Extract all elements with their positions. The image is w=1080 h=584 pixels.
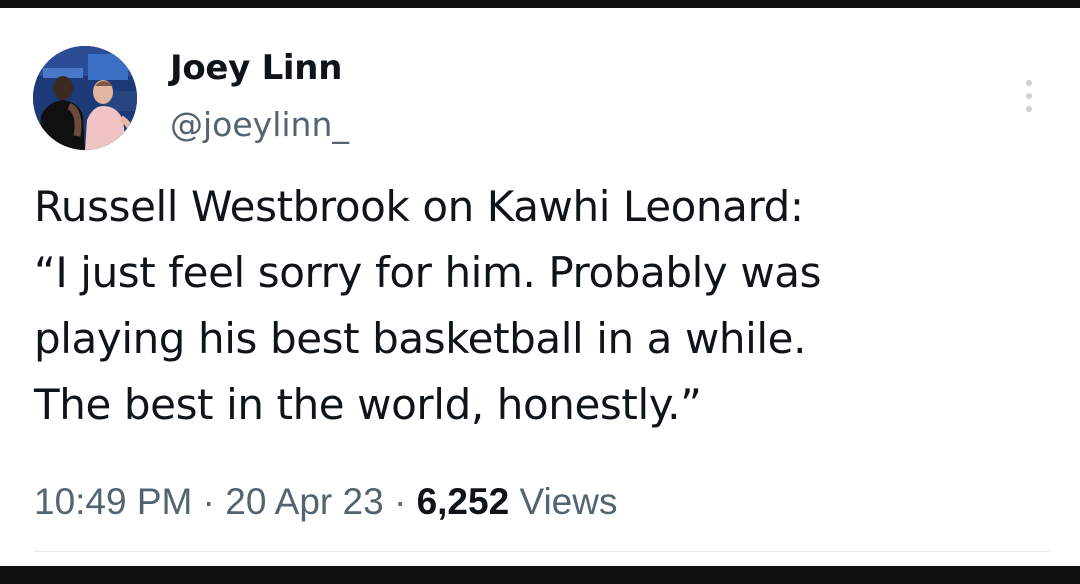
tweet-text: Russell Westbrook on Kawhi Leonard: “I j… [34,182,822,429]
meta-separator: · [393,481,407,522]
tweet-time[interactable]: 10:49 PM [34,481,192,522]
tweet-card[interactable]: Joey Linn @joeylinn_ Russell Westbrook o… [0,8,1080,566]
more-options-button[interactable] [1012,74,1046,118]
more-vertical-icon [1026,80,1032,86]
more-vertical-icon-dot [1026,93,1032,99]
views-label: Views [519,481,618,522]
avatar[interactable] [33,46,137,150]
more-vertical-icon-dot [1026,106,1032,112]
top-frame-border [0,0,1080,8]
tweet-meta: 10:49 PM · 20 Apr 23 · 6,252 Views [34,478,617,526]
author-display-name[interactable]: Joey Linn [170,48,342,88]
views-count: 6,252 [416,481,510,522]
tweet-date[interactable]: 20 Apr 23 [225,481,383,522]
avatar-photo [33,46,137,150]
author-handle[interactable]: @joeylinn_ [170,105,349,145]
divider [34,551,1050,552]
meta-separator: · [202,481,215,522]
bottom-frame-border [0,566,1080,584]
